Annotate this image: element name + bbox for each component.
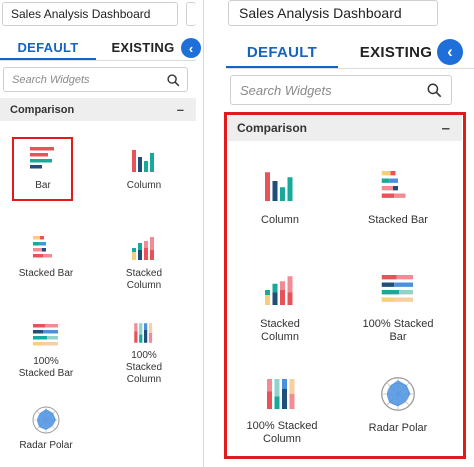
widget-label: Column — [126, 180, 162, 191]
widget-stacked-bar[interactable]: Stacked Bar — [10, 226, 82, 288]
widget-stacked-column-100[interactable]: 100% Stacked Column — [238, 370, 326, 456]
search-widgets[interactable] — [230, 75, 452, 105]
tab-underline — [0, 60, 196, 61]
minus-icon[interactable]: – — [177, 102, 184, 117]
dashboard-title-field[interactable]: Sales Analysis Dashboard — [228, 0, 438, 26]
widget-label: 100% Stacked Column — [246, 420, 318, 446]
search-input[interactable] — [12, 73, 187, 86]
widget-label: Radar Polar — [19, 440, 73, 451]
tab-existing[interactable]: EXISTING — [96, 34, 190, 60]
widget-column[interactable]: Column — [108, 138, 180, 200]
tab-underline — [226, 68, 474, 69]
search-icon[interactable] — [167, 74, 180, 87]
stacked-bar-100-chart-icon — [381, 275, 413, 302]
radar-polar-chart-icon — [381, 377, 415, 411]
section-title: Comparison — [237, 121, 308, 135]
widget-label: Stacked Bar — [368, 214, 428, 226]
search-icon[interactable] — [427, 83, 442, 98]
section-comparison[interactable]: Comparison – — [228, 115, 462, 141]
widget-label: Stacked Bar — [18, 268, 74, 279]
stacked-column-100-chart-icon — [267, 379, 295, 409]
minus-icon[interactable]: – — [442, 120, 450, 137]
stacked-column-100-chart-icon — [134, 323, 153, 343]
widget-label: Column — [261, 214, 299, 226]
stacked-bar-100-chart-icon — [33, 324, 58, 346]
widget-label: Stacked Column — [260, 318, 300, 344]
widget-stacked-column[interactable]: Stacked Column — [238, 266, 322, 352]
widget-stacked-column[interactable]: Stacked Column — [108, 226, 180, 298]
search-input[interactable] — [240, 82, 451, 98]
collapse-panel-button[interactable]: ‹ — [437, 39, 463, 65]
stacked-column-chart-icon — [132, 237, 154, 260]
title-stub — [186, 2, 196, 26]
widget-radar-polar[interactable]: Radar Polar — [354, 370, 442, 450]
dashboard-title: Sales Analysis Dashboard — [11, 7, 151, 21]
chevron-left-icon: ‹ — [447, 42, 453, 61]
widget-stacked-bar-100[interactable]: 100% Stacked Bar — [354, 266, 442, 352]
widget-bar[interactable]: Bar — [14, 138, 72, 200]
dashboard-title-field[interactable]: Sales Analysis Dashboard — [2, 2, 178, 26]
section-comparison[interactable]: Comparison – — [0, 98, 196, 121]
widget-stacked-bar[interactable]: Stacked Bar — [354, 160, 442, 240]
widget-label: Stacked Column — [125, 268, 163, 291]
widget-label: 100% Stacked Bar — [362, 318, 434, 344]
column-chart-icon — [265, 172, 293, 201]
left-panel: Sales Analysis Dashboard DEFAULT EXISTIN… — [0, 0, 201, 467]
stacked-bar-chart-icon — [33, 236, 52, 258]
widget-column[interactable]: Column — [238, 160, 322, 240]
stacked-bar-chart-icon — [381, 171, 406, 198]
dashboard-title: Sales Analysis Dashboard — [239, 5, 402, 21]
widget-label: Radar Polar — [368, 422, 428, 434]
section-title: Comparison — [10, 103, 75, 116]
tab-default[interactable]: DEFAULT — [0, 34, 96, 60]
stacked-column-chart-icon — [265, 276, 293, 305]
collapse-panel-button[interactable]: ‹ — [181, 38, 201, 58]
right-panel: Sales Analysis Dashboard DEFAULT EXISTIN… — [204, 0, 474, 467]
search-widgets[interactable] — [3, 67, 188, 92]
widget-radar-polar[interactable]: Radar Polar — [10, 400, 82, 462]
widget-label: 100% Stacked Bar — [18, 356, 74, 379]
column-chart-icon — [132, 150, 154, 172]
widget-stacked-bar-100[interactable]: 100% Stacked Bar — [10, 314, 82, 386]
widget-stacked-column-100[interactable]: 100% Stacked Column — [108, 314, 180, 386]
radar-polar-chart-icon — [32, 406, 60, 434]
widget-label: 100% Stacked Column — [125, 350, 163, 385]
bar-chart-icon — [30, 147, 54, 169]
tab-default[interactable]: DEFAULT — [226, 36, 338, 68]
chevron-left-icon: ‹ — [188, 40, 194, 56]
widget-label: Bar — [35, 180, 51, 191]
